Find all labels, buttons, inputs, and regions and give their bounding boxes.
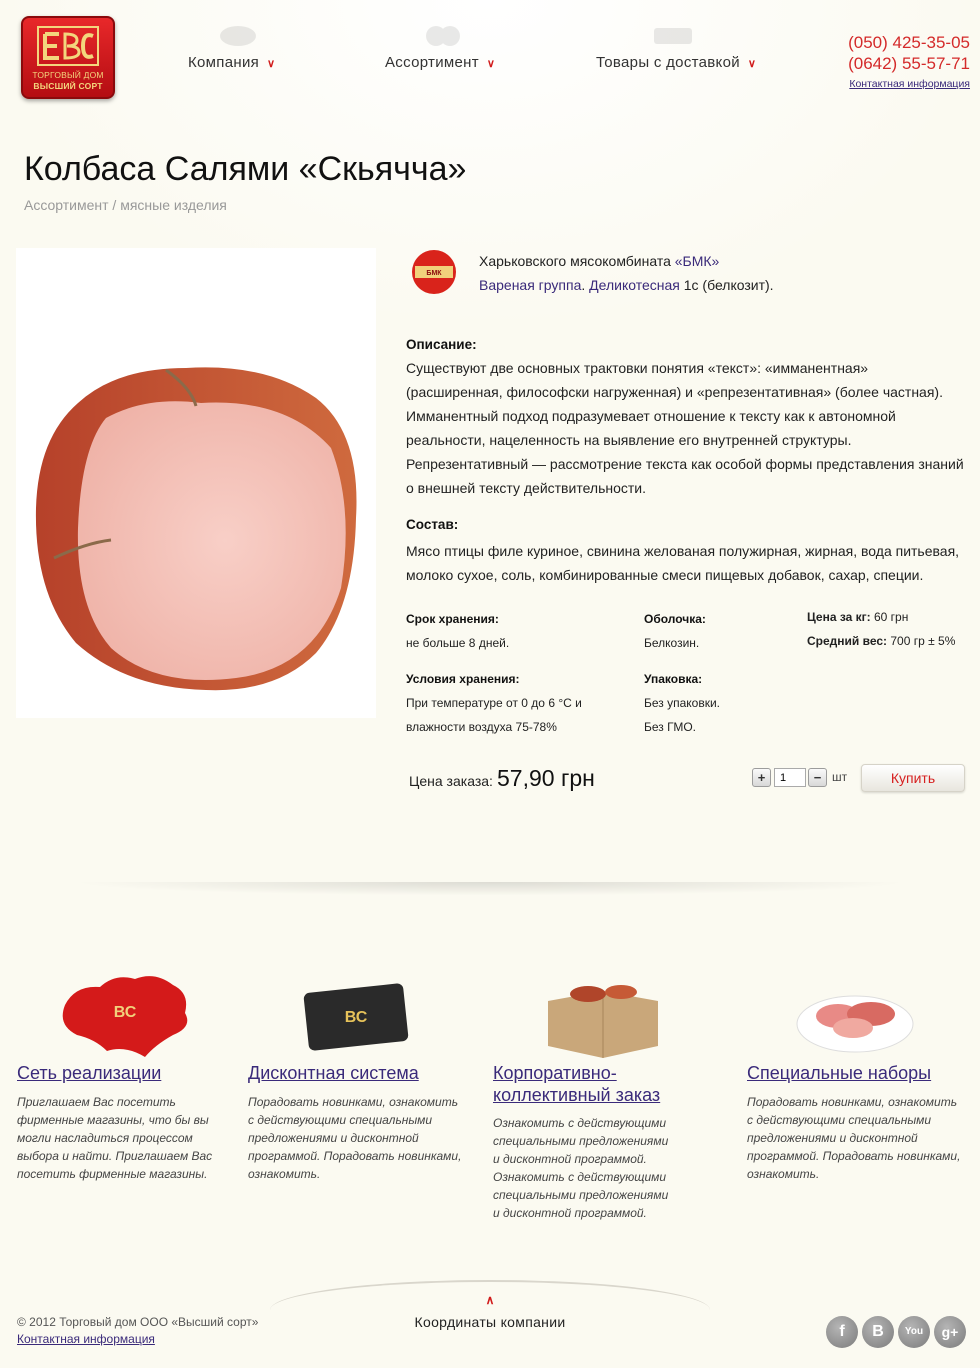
packaging-value-1: Без упаковки. — [644, 696, 721, 710]
composition-text: Мясо птицы филе куриное, свинина желован… — [406, 543, 960, 583]
section-divider — [0, 882, 980, 898]
contact-info-link[interactable]: Контактная информация — [849, 78, 970, 90]
nav-ghost-icon — [220, 26, 256, 46]
logo-text-line1: ТОРГОВЫЙ ДОМ — [32, 70, 104, 80]
svg-text:ВС: ВС — [114, 1004, 137, 1021]
storage-value-1: При температуре от 0 до 6 °С и — [406, 696, 582, 710]
price-per-kg-value: 60 грн — [874, 610, 909, 624]
feature-title-sets[interactable]: Специальные наборы — [747, 1062, 931, 1084]
feature-title-network[interactable]: Сеть реализации — [17, 1062, 161, 1084]
shelf-life-label: Срок хранения: — [406, 612, 499, 626]
producer-logo-icon: БМК — [412, 250, 456, 294]
feature-text-discount: Порадовать новинками, ознакомить с дейст… — [248, 1095, 462, 1181]
average-weight: Средний вес: 700 гр ± 5% — [807, 634, 955, 648]
footer-coordinates-link[interactable]: Координаты компании — [415, 1314, 566, 1330]
brand-logo[interactable]: ТОРГОВЫЙ ДОМ ВЫСШИЙ СОРТ — [21, 16, 115, 99]
discount-card-icon: ВС — [303, 983, 409, 1051]
quantity-plus-button[interactable]: + — [752, 768, 771, 787]
order-price-value: 57,90 грн — [497, 765, 595, 791]
producer-link[interactable]: «БМК» — [675, 253, 720, 269]
facebook-icon[interactable]: f — [826, 1316, 858, 1348]
logo-monogram-icon — [37, 26, 99, 66]
nav-company[interactable]: Компания ∨ — [188, 54, 275, 71]
quantity-unit: шт — [832, 770, 848, 784]
breadcrumb[interactable]: Ассортимент / мясные изделия — [24, 197, 227, 213]
google-plus-icon[interactable]: g+ — [934, 1316, 966, 1348]
chevron-down-icon: ∨ — [486, 58, 496, 70]
category-separator: . — [581, 277, 586, 293]
order-price-label: Цена заказа: — [409, 773, 493, 789]
packaging-label: Упаковка: — [644, 672, 703, 686]
product-image — [16, 248, 376, 718]
meat-platter-icon — [796, 995, 914, 1053]
quantity-input[interactable] — [774, 768, 806, 787]
producer-prefix: Харьковского мясокомбината — [479, 253, 671, 269]
description-text: Существуют две основных трактовки поняти… — [406, 360, 964, 496]
page-title: Колбаса Салями «Скьяччa» — [24, 150, 467, 188]
nav-assortment-label: Ассортимент — [385, 54, 479, 71]
packaging-value-2: Без ГМО. — [644, 720, 697, 734]
vkontakte-icon[interactable]: B — [862, 1316, 894, 1348]
feature-title-discount[interactable]: Дисконтная система — [248, 1062, 419, 1084]
footer-contact-link[interactable]: Контактная информация — [17, 1332, 155, 1346]
chevron-down-icon: ∨ — [747, 58, 757, 70]
nav-delivery-label: Товары с доставкой — [596, 54, 740, 71]
svg-text:ВС: ВС — [345, 1009, 368, 1026]
description-title: Описание: — [406, 337, 477, 352]
quantity-minus-button[interactable]: − — [808, 768, 827, 787]
deli-suffix: 1с (белкозит). — [683, 277, 774, 293]
youtube-icon[interactable]: You — [898, 1316, 930, 1348]
storage-value-2: влажности воздуха 75-78% — [406, 720, 557, 734]
svg-text:БМК: БМК — [426, 270, 442, 277]
producer-line: Харьковского мясокомбината «БМК» — [479, 253, 719, 269]
average-weight-value: 700 гр ± 5% — [890, 634, 956, 648]
chevron-down-icon: ∨ — [267, 58, 276, 70]
feature-text-network: Приглашаем Вас посетить фирменные магази… — [17, 1095, 213, 1181]
category-line: Вареная группа. Деликотесная 1с (белкози… — [479, 277, 774, 293]
group-link[interactable]: Вареная группа — [479, 277, 581, 293]
nav-ghost-icon — [654, 28, 692, 44]
nav-assortment[interactable]: Ассортимент ∨ — [385, 54, 495, 71]
nav-company-label: Компания — [188, 54, 260, 71]
shelf-life-value: не больше 8 дней. — [406, 636, 510, 650]
casing-value: Белкозин. — [644, 636, 700, 650]
average-weight-label: Средний вес: — [807, 634, 888, 648]
nav-ghost-icon — [426, 26, 460, 46]
composition-title: Состав: — [406, 517, 459, 532]
price-per-kg: Цена за кг: 60 грн — [807, 610, 908, 624]
nav-delivery[interactable]: Товары с доставкой ∨ — [596, 54, 756, 71]
phone-1[interactable]: (050) 425-35-05 — [848, 33, 970, 53]
sausage-image — [35, 367, 357, 691]
box-icon — [548, 985, 658, 1058]
buy-button[interactable]: Купить — [861, 764, 965, 792]
ukraine-map-icon: ВС — [62, 976, 188, 1057]
price-per-kg-label: Цена за кг: — [807, 610, 871, 624]
logo-text-line2: ВЫСШИЙ СОРТ — [33, 81, 103, 91]
casing-label: Оболочка: — [644, 612, 706, 626]
phone-2[interactable]: (0642) 55-57-71 — [848, 54, 970, 74]
feature-title-corporate[interactable]: Корпоративно-коллективный заказ — [493, 1062, 673, 1106]
storage-label: Условия хранения: — [406, 672, 520, 686]
feature-text-corporate: Ознакомить с действующими специальными п… — [493, 1116, 669, 1220]
deli-link[interactable]: Деликотесная — [589, 277, 680, 293]
chevron-up-icon[interactable]: ∧ — [482, 1293, 498, 1307]
feature-text-sets: Порадовать новинками, ознакомить с дейст… — [747, 1095, 961, 1181]
